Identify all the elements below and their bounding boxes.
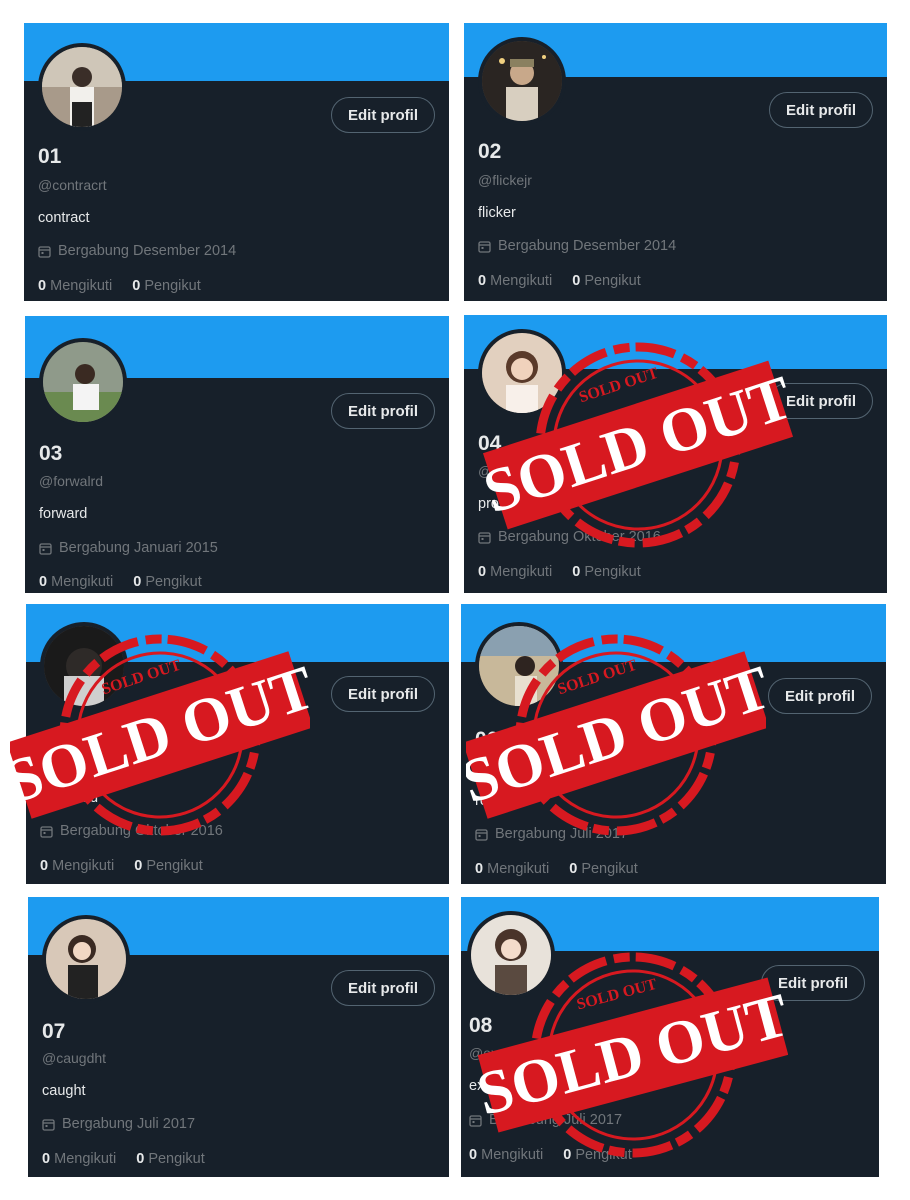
- following-count[interactable]: 0 Mengikuti: [478, 564, 552, 580]
- calendar-icon: [42, 1118, 55, 1131]
- calendar-icon: [475, 828, 488, 841]
- avatar[interactable]: [38, 43, 126, 131]
- profile-handle: @flickejr: [478, 172, 532, 188]
- calendar-icon: [478, 240, 491, 253]
- followers-count[interactable]: 0 Pengikut: [569, 861, 638, 877]
- profile-card: Edit profil 06 revi Bergabung Juli 2017 …: [461, 604, 886, 884]
- follow-stats: 0 Mengikuti 0 Pengikut: [42, 1151, 205, 1167]
- follow-stats: 0 Mengikuti 0 Pengikut: [478, 273, 641, 289]
- followers-count[interactable]: 0 Pengikut: [572, 564, 641, 580]
- join-date: Bergabung Oktober 2016: [478, 529, 661, 545]
- edit-profile-button[interactable]: Edit profil: [331, 97, 435, 133]
- edit-profile-button[interactable]: Edit profil: [768, 678, 872, 714]
- profile-card: Edit profil 07 @caugdht caught Bergabung…: [28, 897, 449, 1177]
- profile-card: Edit profil 03 @forwalrd forward Bergabu…: [25, 316, 449, 593]
- profile-bio: contract: [38, 210, 90, 226]
- profile-bio: exc: [469, 1078, 492, 1094]
- profile-bio: revi: [475, 793, 499, 809]
- avatar[interactable]: [39, 338, 127, 426]
- join-date: Bergabung Oktober 2016: [40, 823, 223, 839]
- profile-number: 08: [469, 1014, 493, 1037]
- profile-number: 07: [42, 1020, 66, 1043]
- profile-card: Edit profil 08 @ex exc Bergabung Juli 20…: [461, 897, 879, 1177]
- join-date: Bergabung Januari 2015: [39, 540, 218, 556]
- profile-card: Edit profil 01 @contracrt contract Berga…: [24, 23, 449, 301]
- edit-profile-button[interactable]: Edit profil: [331, 393, 435, 429]
- follow-stats: 0 Mengikuti 0 Pengikut: [475, 861, 638, 877]
- join-date-label: Bergabung Juli 2017: [489, 1112, 623, 1128]
- followers-count[interactable]: 0 Pengikut: [136, 1151, 205, 1167]
- following-count[interactable]: 0 Mengikuti: [475, 861, 549, 877]
- avatar[interactable]: [40, 622, 128, 710]
- profile-card: Edit profil achieved Bergabung Oktober 2…: [26, 604, 449, 884]
- follow-stats: 0 Mengikuti 0 Pengikut: [478, 564, 641, 580]
- profile-bio: achieved: [40, 790, 99, 806]
- follow-stats: 0 Mengikuti 0 Pengikut: [38, 278, 201, 294]
- followers-count[interactable]: 0 Pengikut: [133, 574, 202, 590]
- avatar[interactable]: [42, 915, 130, 1003]
- profile-handle: @forwalrd: [39, 473, 104, 489]
- join-date-label: Bergabung Oktober 2016: [498, 529, 661, 545]
- following-count[interactable]: 0 Mengikuti: [469, 1147, 543, 1163]
- profile-number: 03: [39, 442, 63, 465]
- follow-stats: 0 Mengikuti 0 Pengikut: [39, 574, 202, 590]
- followers-count[interactable]: 0 Pengikut: [563, 1147, 632, 1163]
- profile-card: Edit profil 04 @ profe Bergabung Oktober…: [464, 315, 887, 593]
- avatar[interactable]: [475, 622, 563, 710]
- calendar-icon: [478, 531, 491, 544]
- profile-bio: profe: [478, 496, 512, 512]
- profile-bio: caught: [42, 1083, 86, 1099]
- following-count[interactable]: 0 Mengikuti: [39, 574, 113, 590]
- followers-count[interactable]: 0 Pengikut: [134, 858, 203, 874]
- profile-card: Edit profil 02 @flickejr flicker Bergabu…: [464, 23, 887, 301]
- edit-profile-button[interactable]: Edit profil: [769, 383, 873, 419]
- following-count[interactable]: 0 Mengikuti: [42, 1151, 116, 1167]
- avatar[interactable]: [467, 911, 555, 999]
- join-date-label: Bergabung Juli 2017: [495, 826, 629, 842]
- profile-number: 04: [478, 432, 502, 455]
- profile-number: 01: [38, 145, 62, 168]
- profile-number: 06: [475, 728, 499, 751]
- following-count[interactable]: 0 Mengikuti: [38, 278, 112, 294]
- edit-profile-button[interactable]: Edit profil: [331, 970, 435, 1006]
- join-date-label: Bergabung Desember 2014: [58, 243, 237, 259]
- avatar[interactable]: [478, 329, 566, 417]
- following-count[interactable]: 0 Mengikuti: [40, 858, 114, 874]
- profile-bio: flicker: [478, 205, 516, 221]
- profile-bio: forward: [39, 506, 88, 522]
- join-date: Bergabung Juli 2017: [469, 1112, 622, 1128]
- profile-number: 02: [478, 140, 502, 163]
- follow-stats: 0 Mengikuti 0 Pengikut: [469, 1147, 632, 1163]
- following-count[interactable]: 0 Mengikuti: [478, 273, 552, 289]
- calendar-icon: [40, 825, 53, 838]
- join-date: Bergabung Juli 2017: [42, 1116, 195, 1132]
- join-date: Bergabung Desember 2014: [38, 243, 236, 259]
- join-date-label: Bergabung Juli 2017: [62, 1116, 196, 1132]
- profile-handle: @contracrt: [38, 177, 107, 193]
- follow-stats: 0 Mengikuti 0 Pengikut: [40, 858, 203, 874]
- profile-handle: @: [478, 463, 493, 479]
- edit-profile-button[interactable]: Edit profil: [331, 676, 435, 712]
- join-date-label: Bergabung Januari 2015: [59, 540, 218, 556]
- profile-handle: @ex: [469, 1045, 498, 1061]
- followers-count[interactable]: 0 Pengikut: [132, 278, 201, 294]
- join-date-label: Bergabung Oktober 2016: [60, 823, 223, 839]
- followers-count[interactable]: 0 Pengikut: [572, 273, 641, 289]
- profile-handle: @caugdht: [42, 1050, 107, 1066]
- calendar-icon: [38, 245, 51, 258]
- calendar-icon: [469, 1114, 482, 1127]
- join-date: Bergabung Desember 2014: [478, 238, 676, 254]
- avatar[interactable]: [478, 37, 566, 125]
- edit-profile-button[interactable]: Edit profil: [761, 965, 865, 1001]
- join-date-label: Bergabung Desember 2014: [498, 238, 677, 254]
- edit-profile-button[interactable]: Edit profil: [769, 92, 873, 128]
- join-date: Bergabung Juli 2017: [475, 826, 628, 842]
- calendar-icon: [39, 542, 52, 555]
